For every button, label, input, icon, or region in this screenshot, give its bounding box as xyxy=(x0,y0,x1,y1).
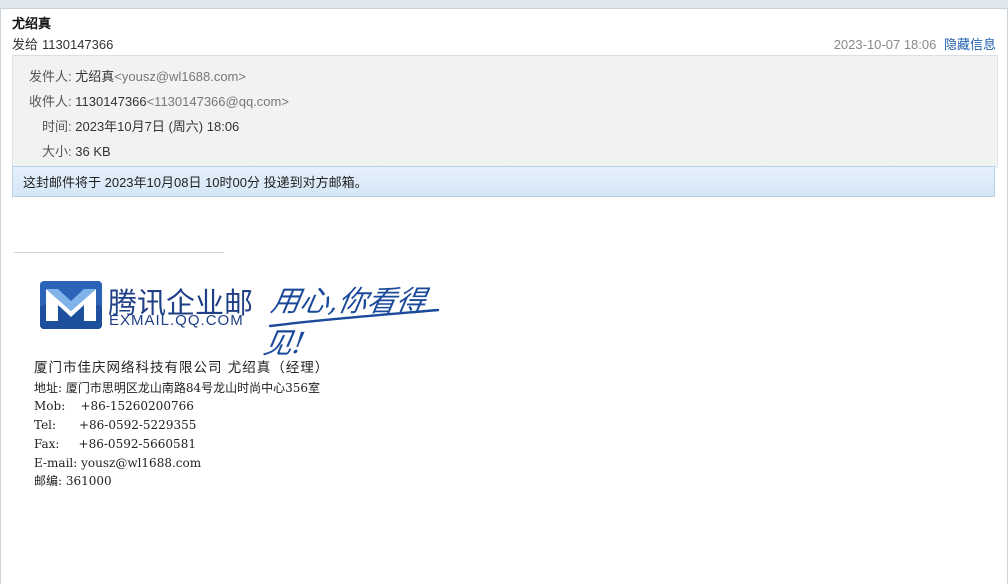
to-email[interactable]: <1130147366@qq.com> xyxy=(147,94,289,109)
signature-fax: Fax: +86-0592-5660581 xyxy=(34,436,196,451)
slogan-underline xyxy=(268,308,440,328)
signature-mobile: Mob: +86-15260200766 xyxy=(34,399,194,414)
top-border xyxy=(0,0,1008,9)
signature-company: 厦门市佳庆网络科技有限公司 尤绍真（经理） xyxy=(34,360,330,376)
time-value: 2023年10月7日 (周六) 18:06 xyxy=(75,119,240,134)
signature-divider xyxy=(14,252,224,253)
mail-datetime: 2023-10-07 18:06 xyxy=(833,37,937,52)
to-row: 收件人: 1130147366<1130147366@qq.com> xyxy=(29,91,289,110)
sender-name: 尤绍真 xyxy=(12,16,52,31)
time-row: 时间: 2023年10月7日 (周六) 18:06 xyxy=(42,116,239,135)
signature-address: 地址: 厦门市思明区龙山南路84号龙山时尚中心356室 xyxy=(34,380,321,395)
to-name[interactable]: 1130147366 xyxy=(75,94,146,109)
size-label: 大小: xyxy=(42,144,72,159)
from-name[interactable]: 尤绍真 xyxy=(75,69,114,84)
to-value: 1130147366 xyxy=(42,37,114,52)
brand-en: EXMAIL.QQ.COM xyxy=(109,312,244,329)
size-value: 36 KB xyxy=(75,144,111,159)
from-email[interactable]: <yousz@wl1688.com> xyxy=(114,69,246,84)
hide-info-link[interactable]: 隐藏信息 xyxy=(944,37,996,52)
signature-email[interactable]: E-mail: yousz@wl1688.com xyxy=(34,454,329,473)
scheduled-delivery-notice: 这封邮件将于 2023年10月08日 10时00分 投递到对方邮箱。 xyxy=(12,166,995,197)
to-label: 收件人: xyxy=(29,94,72,109)
signature-tel: Tel: +86-0592-5229355 xyxy=(34,418,197,433)
left-border xyxy=(0,8,1,584)
signature-block: 厦门市佳庆网络科技有限公司 尤绍真（经理） 地址: 厦门市思明区龙山南路84号龙… xyxy=(34,359,329,491)
time-label: 时间: xyxy=(42,119,72,134)
mail-date-area: 2023-10-07 18:06 隐藏信息 xyxy=(834,34,996,53)
from-row: 发件人: 尤绍真<yousz@wl1688.com> xyxy=(29,66,246,85)
exmail-logo: 腾讯企业邮 EXMAIL.QQ.COM 用心,你看得见! xyxy=(40,278,440,360)
recipient-summary: 发给 1130147366 xyxy=(12,34,113,53)
mail-details-panel: 发件人: 尤绍真<yousz@wl1688.com> 收件人: 11301473… xyxy=(12,55,998,168)
from-label: 发件人: xyxy=(29,69,72,84)
to-prefix: 发给 xyxy=(12,37,39,52)
size-row: 大小: 36 KB xyxy=(42,141,111,160)
tencent-exmail-logo-icon xyxy=(40,281,102,329)
signature-zip: 邮编: 361000 xyxy=(34,474,112,489)
